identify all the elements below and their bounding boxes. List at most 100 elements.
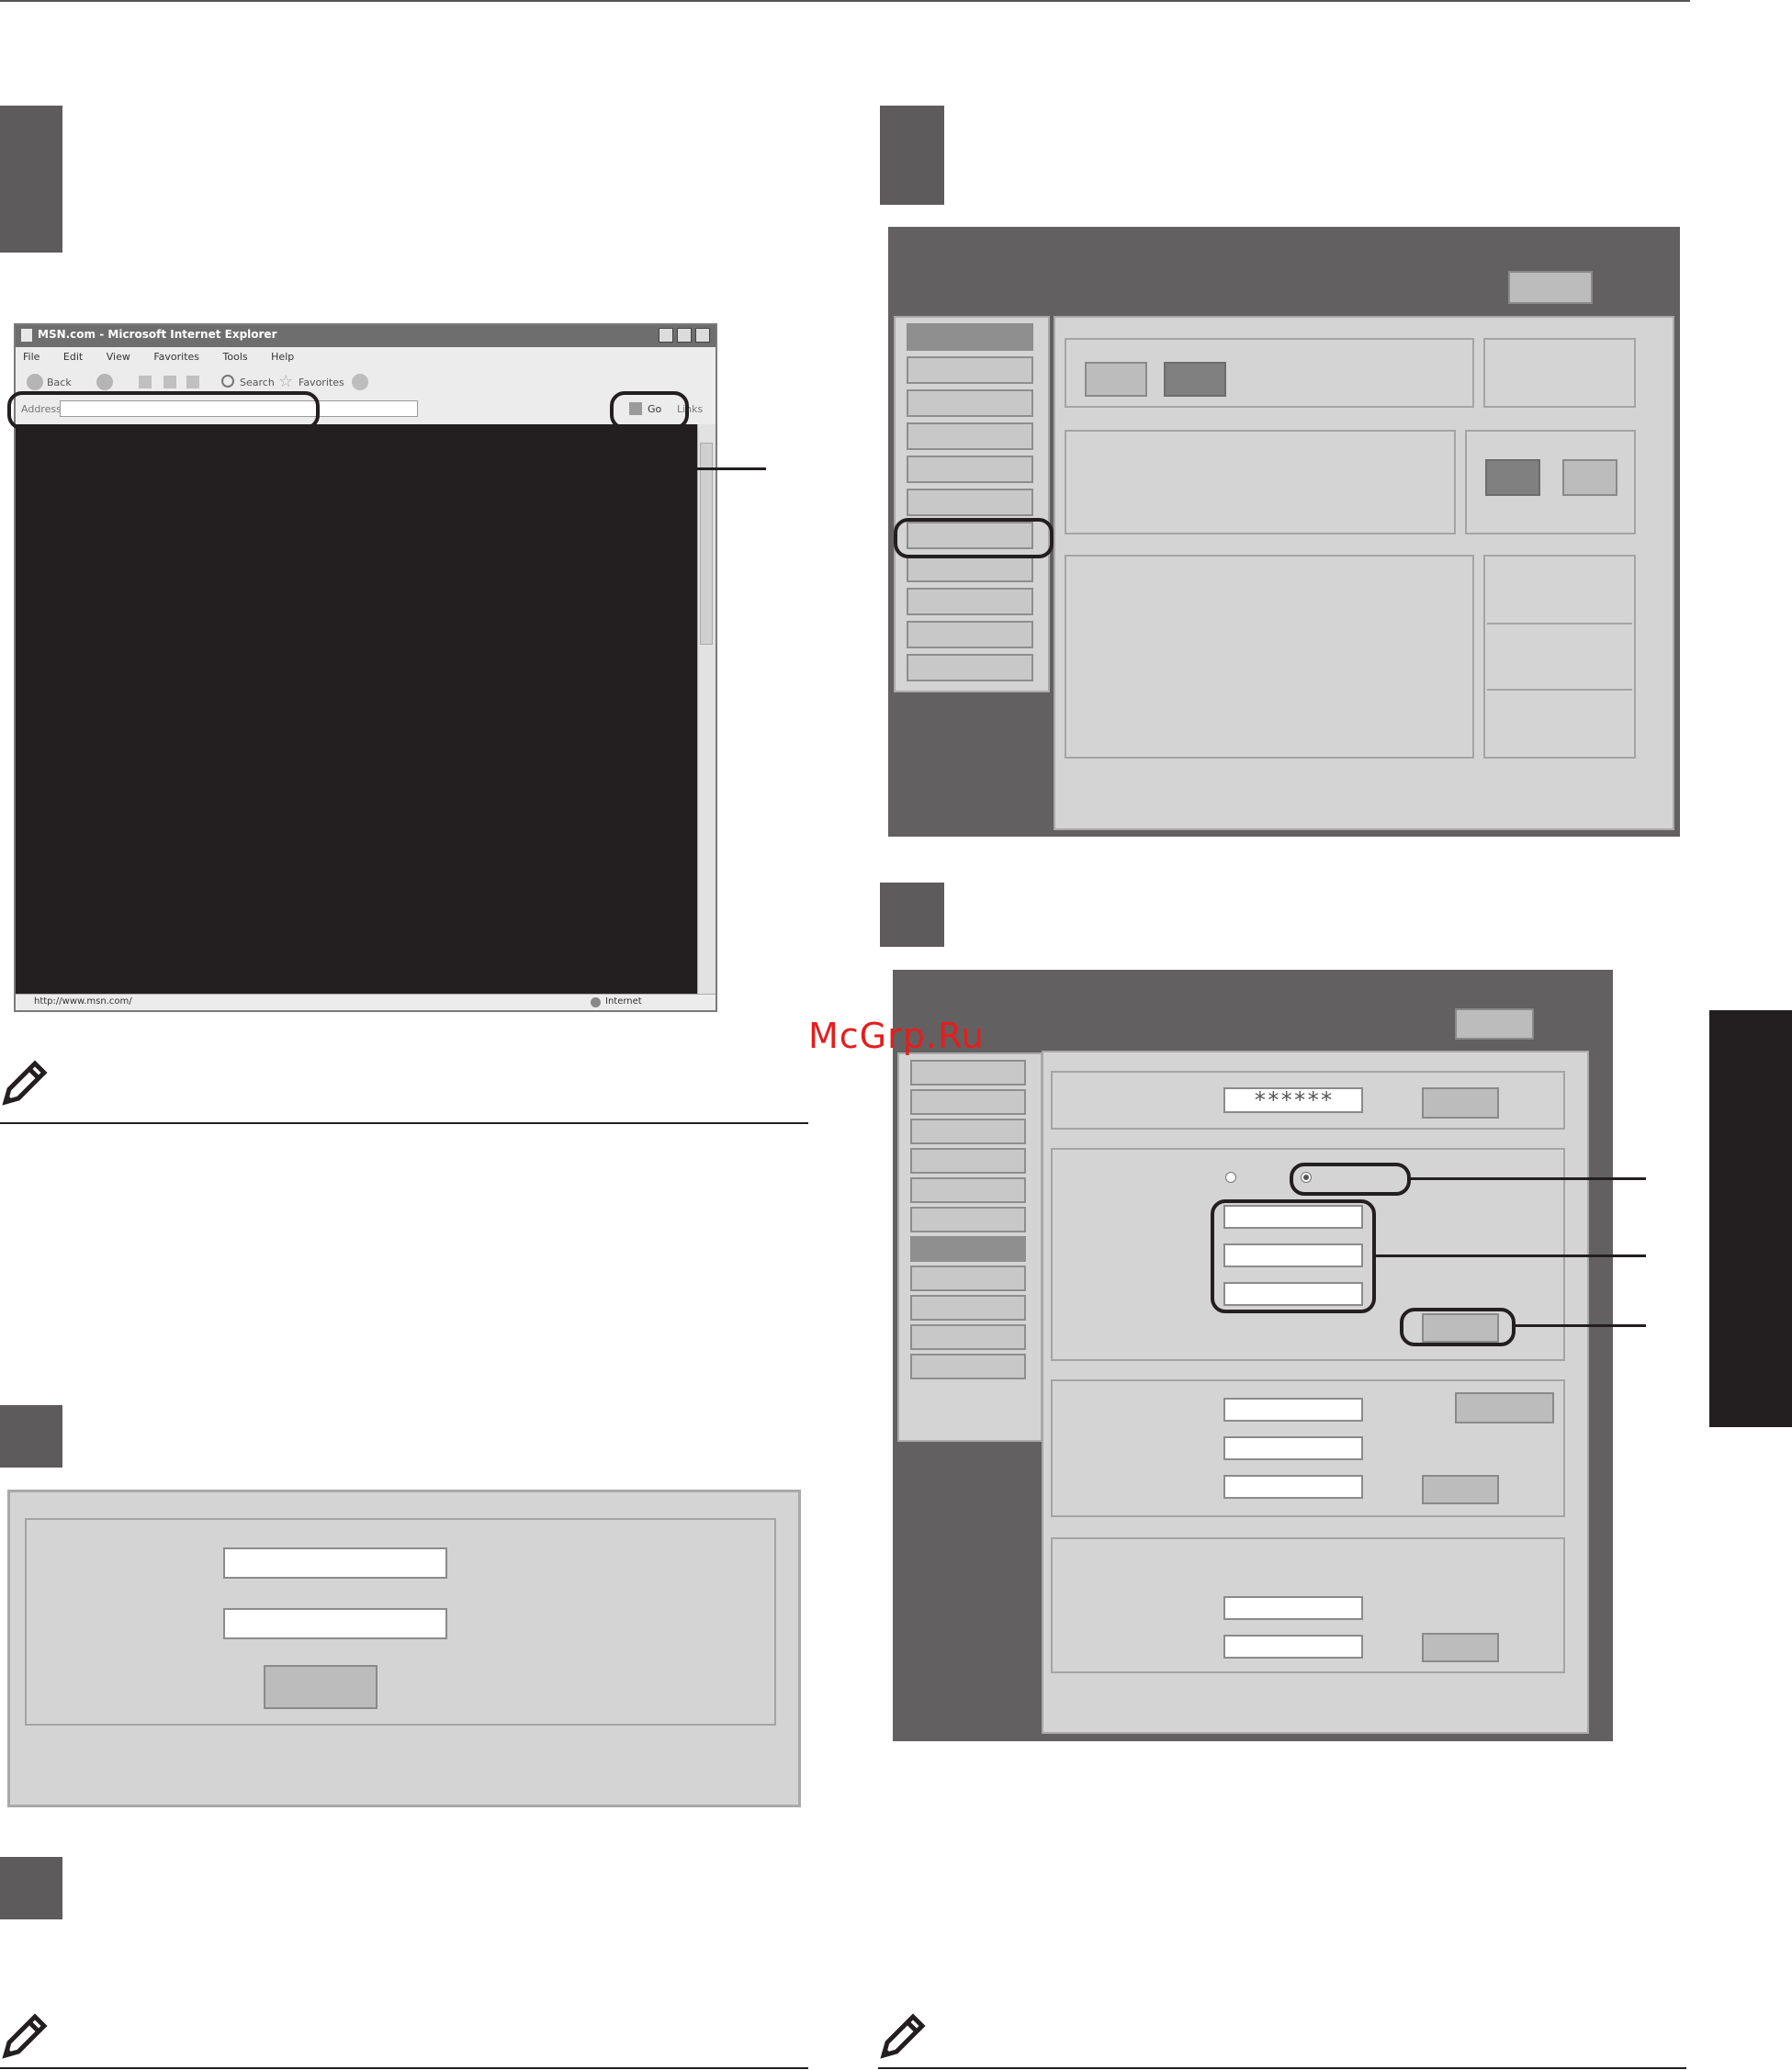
status-zone: Internet <box>605 996 642 1007</box>
apply-button-callout <box>1400 1308 1516 1346</box>
settings-field[interactable] <box>1223 1475 1363 1499</box>
menu-group-1-button-dark[interactable] <box>1164 362 1226 397</box>
settings-screen: ****** <box>893 970 1613 1741</box>
menu-content <box>1054 316 1674 830</box>
status-url: http://www.msn.com/ <box>34 996 132 1007</box>
nav-item[interactable] <box>910 1119 1026 1144</box>
nav-item[interactable] <box>907 489 1033 516</box>
nav-item[interactable] <box>907 621 1033 648</box>
nav-item[interactable] <box>907 555 1033 582</box>
top-rule <box>0 0 1690 2</box>
nav-item[interactable] <box>907 588 1033 615</box>
nav-item[interactable] <box>907 323 1033 351</box>
step-marker-3 <box>880 883 944 947</box>
note-rule-1 <box>0 1122 808 1124</box>
password-field[interactable]: ****** <box>1223 1087 1363 1113</box>
nav-item[interactable] <box>907 422 1033 450</box>
menu-tools[interactable]: Tools <box>223 351 248 363</box>
menu-group-6 <box>1483 555 1636 759</box>
nav-item[interactable] <box>910 1324 1026 1350</box>
ie-statusbar: http://www.msn.com/ Internet <box>16 994 716 1010</box>
back-label: Back <box>47 377 72 388</box>
back-icon[interactable] <box>27 374 43 390</box>
settings-field[interactable] <box>1223 1436 1363 1460</box>
stop-icon[interactable] <box>139 376 152 388</box>
nav-column <box>894 316 1050 692</box>
side-chapter-tab <box>1709 1010 1792 1427</box>
nav-item-callout <box>894 518 1054 558</box>
forward-icon[interactable] <box>96 374 113 390</box>
step-marker-2 <box>880 106 944 205</box>
menu-group-4 <box>1465 430 1636 534</box>
login-submit-button[interactable] <box>264 1665 378 1709</box>
password-button[interactable] <box>1422 1087 1499 1119</box>
menu-group-5 <box>1065 555 1474 759</box>
login-username-field[interactable] <box>223 1547 447 1579</box>
address-fields-callout <box>1211 1199 1376 1313</box>
nav-item[interactable] <box>907 389 1033 417</box>
login-group <box>25 1518 776 1726</box>
callout-bracket-left <box>160 430 163 470</box>
minimize-button[interactable] <box>659 328 673 343</box>
go-button-callout <box>610 391 689 430</box>
nav-item[interactable] <box>910 1177 1026 1203</box>
favorites-star-icon[interactable]: ☆ <box>278 372 293 391</box>
menu-group-1-button[interactable] <box>1085 362 1147 397</box>
nav-item[interactable] <box>910 1060 1026 1086</box>
settings-nav <box>897 1052 1043 1442</box>
maximize-button[interactable] <box>677 328 692 343</box>
nav-item[interactable] <box>910 1089 1026 1115</box>
menu-edit[interactable]: Edit <box>63 351 83 363</box>
nav-item[interactable] <box>907 654 1033 681</box>
menu-favorites[interactable]: Favorites <box>153 351 199 363</box>
apply-button-leader <box>1516 1324 1646 1327</box>
settings-button[interactable] <box>1422 1633 1499 1662</box>
refresh-icon[interactable] <box>163 376 176 388</box>
nav-item[interactable] <box>907 456 1033 483</box>
address-fields-leader <box>1376 1254 1646 1257</box>
history-icon[interactable] <box>352 374 368 390</box>
top-right-button[interactable] <box>1508 271 1593 304</box>
nav-item[interactable] <box>910 1207 1026 1232</box>
login-panel <box>7 1490 801 1807</box>
password-group: ****** <box>1051 1071 1565 1130</box>
menu-group-3 <box>1065 430 1456 534</box>
nav-item[interactable] <box>910 1266 1026 1291</box>
menu-help[interactable]: Help <box>271 351 294 363</box>
nav-item[interactable] <box>910 1295 1026 1321</box>
ie-scrollbar[interactable] <box>697 424 716 994</box>
menu-file[interactable]: File <box>23 351 39 363</box>
login-password-field[interactable] <box>223 1608 447 1639</box>
settings-field[interactable] <box>1223 1398 1363 1422</box>
ie-content <box>16 424 697 994</box>
ie-menubar: File Edit View Favorites Tools Help <box>23 351 703 366</box>
radio-callout <box>1290 1163 1411 1196</box>
password-mask: ****** <box>1253 1087 1334 1113</box>
nav-item[interactable] <box>910 1148 1026 1174</box>
settings-button-wide[interactable] <box>1455 1392 1554 1423</box>
ie-window-title: MSN.com - Microsoft Internet Explorer <box>38 328 277 341</box>
close-button[interactable] <box>695 328 710 343</box>
favorites-label: Favorites <box>299 377 344 388</box>
settings-button[interactable] <box>1422 1475 1499 1504</box>
search-icon[interactable] <box>221 375 234 388</box>
pencil-icon <box>878 2009 930 2061</box>
scroll-thumb[interactable] <box>700 443 713 645</box>
settings-group-3 <box>1051 1379 1565 1517</box>
browser-leader <box>648 467 766 470</box>
top-right-button[interactable] <box>1455 1008 1534 1040</box>
menu-group-4-button-dark[interactable] <box>1485 459 1540 496</box>
menu-group-4-button[interactable] <box>1562 459 1617 496</box>
nav-item-selected[interactable] <box>910 1236 1026 1262</box>
settings-field[interactable] <box>1223 1635 1363 1659</box>
globe-icon <box>591 997 601 1007</box>
radio-icon[interactable] <box>1225 1172 1236 1183</box>
home-icon[interactable] <box>186 376 199 388</box>
radio-leader <box>1411 1177 1646 1180</box>
menu-view[interactable]: View <box>107 351 130 363</box>
settings-field[interactable] <box>1223 1596 1363 1620</box>
settings-group-4 <box>1051 1537 1565 1673</box>
nav-item[interactable] <box>907 356 1033 384</box>
nav-item[interactable] <box>910 1354 1026 1379</box>
note-rule-3 <box>878 2067 1686 2069</box>
